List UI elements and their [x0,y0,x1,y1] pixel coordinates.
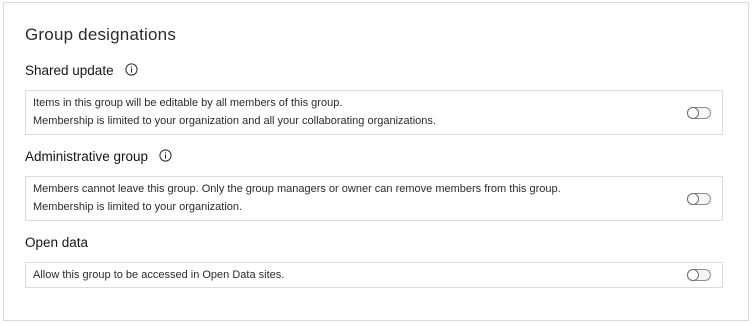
option-text-line: Members cannot leave this group. Only th… [33,183,561,195]
section-heading-shared-update: Shared update [25,63,138,78]
info-circle-icon[interactable] [124,63,138,76]
option-text-line: Items in this group will be editable by … [33,97,343,109]
section-heading-administrative-group: Administrative group [25,149,172,164]
section-heading-open-data: Open data [25,235,88,250]
option-text-line: Allow this group to be accessed in Open … [33,269,285,281]
info-circle-icon[interactable] [159,149,172,162]
shared-update-toggle[interactable] [687,107,711,119]
option-text-line: Membership is limited to your organizati… [33,201,243,213]
section-heading-label: Shared update [25,63,114,78]
toggle-knob [687,269,699,281]
toggle-knob [687,107,699,119]
open-data-toggle[interactable] [687,269,711,281]
option-box-open-data: Allow this group to be accessed in Open … [25,262,723,288]
option-box-administrative-group: Members cannot leave this group. Only th… [25,176,723,221]
group-designations-panel: Group designations Shared update Items i… [3,2,749,321]
option-box-shared-update: Items in this group will be editable by … [25,90,723,135]
section-heading-label: Administrative group [25,149,149,164]
section-heading-label: Open data [25,235,89,250]
administrative-group-toggle[interactable] [687,193,711,205]
toggle-knob [687,193,699,205]
option-text-line: Membership is limited to your organizati… [33,115,436,127]
panel-title: Group designations [25,25,177,44]
